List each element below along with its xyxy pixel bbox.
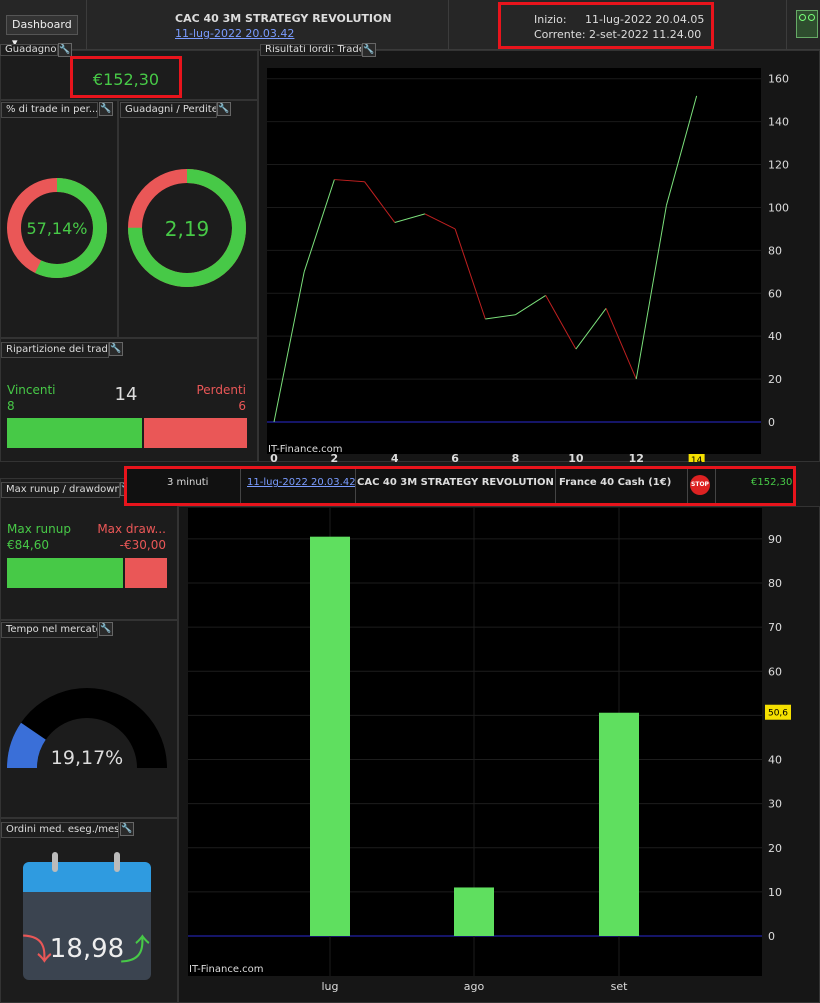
y-tick-label: 100 bbox=[768, 201, 789, 214]
status-date-link[interactable]: 11-lug-2022 20.03.42 bbox=[247, 477, 356, 488]
results-chart-title: Risultati lordi: Trade bbox=[260, 44, 362, 56]
divider bbox=[555, 469, 556, 503]
indicator-icon bbox=[799, 14, 806, 21]
x-tick-label: 6 bbox=[451, 452, 459, 462]
y-tick-label: 20 bbox=[768, 842, 782, 855]
win-rate-title: % di trade in per... bbox=[1, 102, 98, 118]
y-tick-label: 40 bbox=[768, 330, 782, 343]
plot-area bbox=[267, 68, 761, 454]
y-tick-label: 0 bbox=[768, 930, 775, 943]
month-bar bbox=[454, 887, 494, 936]
trading-system-icon[interactable] bbox=[796, 10, 818, 38]
divider bbox=[786, 0, 787, 50]
x-tick-label: ago bbox=[464, 980, 485, 993]
x-tick-label: 4 bbox=[391, 452, 399, 462]
gain-loss-value: 2,19 bbox=[165, 217, 210, 241]
strategy-title: CAC 40 3M STRATEGY REVOLUTION bbox=[175, 12, 392, 25]
y-tick-label: 80 bbox=[768, 244, 782, 257]
wrench-icon[interactable]: 🔧 bbox=[99, 102, 113, 116]
gain-value: €152,30 bbox=[70, 56, 182, 98]
x-tick-label: 12 bbox=[629, 452, 644, 462]
time-gauge: 19,17% bbox=[6, 688, 167, 769]
watermark: IT-Finance.com bbox=[268, 444, 343, 455]
divider bbox=[240, 469, 241, 503]
watermark: IT-Finance.com bbox=[189, 964, 264, 975]
gauge-fill bbox=[6, 722, 47, 769]
divider bbox=[448, 0, 449, 50]
runup-fill bbox=[7, 558, 126, 588]
y-tick-label: 70 bbox=[768, 621, 782, 634]
strategy-date-link[interactable]: 11-lug-2022 20.03.42 bbox=[175, 27, 294, 40]
monthly-bar-chart: 010203040506070809050,6 lugagoset IT-Fin… bbox=[188, 508, 791, 993]
breakdown-bar bbox=[7, 418, 247, 448]
status-value: €152,30 bbox=[751, 477, 793, 488]
x-tick-label: set bbox=[611, 980, 628, 993]
results-line-chart: 020406080100120140160 0246810121414 IT-F… bbox=[267, 68, 789, 462]
calendar-ring-icon bbox=[52, 852, 58, 872]
y-marker-label: 50,6 bbox=[768, 709, 788, 719]
losers-label: Perdenti bbox=[196, 383, 246, 397]
x-tick-label: lug bbox=[321, 980, 338, 993]
time-in-market-value: 19,17% bbox=[51, 747, 123, 769]
win-rate-donut: 57,14% bbox=[7, 178, 107, 278]
dashboard-dropdown[interactable]: Dashboard ▾ bbox=[6, 15, 78, 49]
trade-breakdown-title: Ripartizione dei trade bbox=[1, 342, 109, 358]
month-bar bbox=[599, 712, 639, 936]
gain-panel-title: Guadagno bbox=[0, 44, 58, 56]
orders-value: 18,98 bbox=[49, 934, 125, 964]
y-tick-label: 60 bbox=[768, 665, 782, 678]
gain-loss-title: Guadagni / Perdite bbox=[120, 102, 217, 118]
wrench-icon[interactable]: 🔧 bbox=[58, 43, 72, 57]
losers-count: 6 bbox=[238, 399, 246, 413]
y-tick-label: 0 bbox=[768, 416, 775, 429]
time-in-market-title: Tempo nel mercato bbox=[1, 622, 98, 638]
x-tick-label: 10 bbox=[568, 452, 584, 462]
timeframe-label: 3 minuti bbox=[167, 477, 209, 488]
runup-value: €84,60 bbox=[7, 538, 49, 552]
indicator-icon bbox=[808, 14, 815, 21]
divider bbox=[687, 469, 688, 503]
y-tick-label: 120 bbox=[768, 159, 789, 172]
month-bar bbox=[310, 536, 350, 936]
status-strategy: CAC 40 3M STRATEGY REVOLUTION bbox=[357, 477, 554, 488]
y-tick-label: 10 bbox=[768, 886, 782, 899]
runup-bar bbox=[7, 558, 167, 588]
divider bbox=[86, 0, 87, 50]
y-tick-label: 80 bbox=[768, 577, 782, 590]
y-tick-label: 140 bbox=[768, 116, 789, 129]
y-tick-label: 160 bbox=[768, 73, 789, 86]
y-tick-label: 30 bbox=[768, 798, 782, 811]
gain-loss-donut: 2,19 bbox=[128, 169, 246, 287]
calendar-icon bbox=[23, 862, 151, 892]
runup-label: Max runup bbox=[7, 522, 71, 536]
drawdown-value: -€30,00 bbox=[119, 538, 166, 552]
x-tick-label: 8 bbox=[512, 452, 520, 462]
y-tick-label: 40 bbox=[768, 754, 782, 767]
winners-bar bbox=[7, 418, 145, 448]
status-bar: 3 minuti 11-lug-2022 20.03.42 CAC 40 3M … bbox=[124, 466, 796, 506]
orders-title: Ordini med. eseg./mese bbox=[1, 822, 119, 838]
wrench-icon[interactable]: 🔧 bbox=[362, 43, 376, 57]
calendar-ring-icon bbox=[114, 852, 120, 872]
divider bbox=[715, 469, 716, 503]
wrench-icon[interactable]: 🔧 bbox=[99, 622, 113, 636]
wrench-icon[interactable]: 🔧 bbox=[217, 102, 231, 116]
win-rate-value: 57,14% bbox=[26, 219, 87, 238]
wrench-icon[interactable]: 🔧 bbox=[120, 822, 134, 836]
y-tick-label: 60 bbox=[768, 287, 782, 300]
y-tick-label: 90 bbox=[768, 533, 782, 546]
runup-title: Max runup / drawdown bbox=[1, 482, 120, 498]
stop-icon[interactable]: STOP bbox=[690, 475, 710, 495]
date-range-highlight bbox=[498, 2, 714, 49]
divider bbox=[355, 469, 356, 503]
drawdown-label: Max draw... bbox=[97, 522, 166, 536]
y-tick-label: 20 bbox=[768, 373, 782, 386]
status-instrument: France 40 Cash (1€) bbox=[559, 477, 672, 488]
x-marker-label: 14 bbox=[691, 456, 703, 462]
wrench-icon[interactable]: 🔧 bbox=[109, 342, 123, 356]
